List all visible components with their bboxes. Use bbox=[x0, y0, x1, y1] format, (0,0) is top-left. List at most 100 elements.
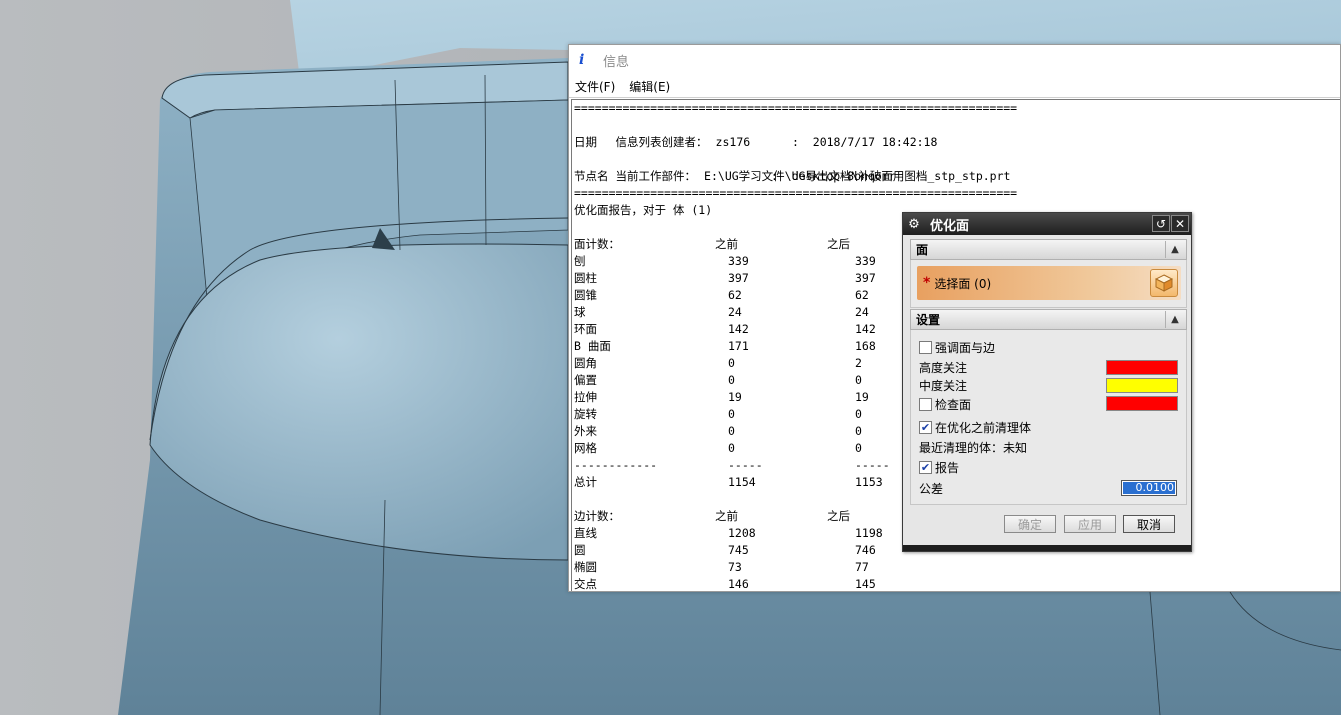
menu-edit[interactable]: 编辑(E) bbox=[629, 78, 670, 95]
before-header: 之前 bbox=[715, 237, 738, 251]
info-title: 信息 bbox=[603, 54, 630, 70]
face-count-before: 397 bbox=[728, 271, 749, 285]
part-line: 当前工作部件： E:\UG学习文件\UG导出文档\补破面用图档_stp_stp.p… bbox=[574, 151, 1011, 183]
face-count-name: 拉伸 bbox=[574, 390, 597, 404]
mid-attention-label: 中度关注 bbox=[919, 378, 968, 393]
tolerance-value: 0.0100 bbox=[1123, 482, 1175, 494]
face-count-name: 偏置 bbox=[574, 373, 597, 387]
select-face-button[interactable] bbox=[1150, 269, 1178, 297]
after-header: 之后 bbox=[827, 237, 850, 251]
info-menubar: 文件(F) 编辑(E) bbox=[569, 75, 1340, 98]
highlight-checkbox[interactable] bbox=[919, 340, 932, 354]
face-count-name: 圆角 bbox=[574, 356, 597, 370]
section-settings-body: 强调面与边 高度关注 中度关注 检查面 在优化之前清理体 最近清理的体：未知 报… bbox=[910, 330, 1187, 505]
edge-count-row: 椭圆 73 77 bbox=[574, 559, 974, 576]
face-count-name: B 曲面 bbox=[574, 339, 611, 353]
face-count-after: 24 bbox=[855, 305, 869, 319]
face-count-before: 19 bbox=[728, 390, 742, 404]
node-line: 节点名 : desktop-8bnqorr bbox=[574, 168, 1054, 185]
ok-button[interactable]: 确定 bbox=[1004, 515, 1056, 533]
chevron-up-icon[interactable]: ▲ bbox=[1165, 311, 1184, 328]
face-count-after: 142 bbox=[855, 322, 876, 336]
info-titlebar[interactable]: i 信息 bbox=[569, 45, 1340, 75]
face-count-before: 0 bbox=[728, 356, 735, 370]
tolerance-label: 公差 bbox=[919, 481, 944, 496]
mid-attention-color[interactable] bbox=[1106, 378, 1178, 393]
edge-count-before: 73 bbox=[728, 560, 742, 574]
cancel-button[interactable]: 取消 bbox=[1123, 515, 1175, 533]
edge-count-before: 146 bbox=[728, 577, 749, 591]
face-count-after: 19 bbox=[855, 390, 869, 404]
face-count-label: 面计数： bbox=[574, 237, 620, 251]
tolerance-input[interactable]: 0.0100 bbox=[1121, 480, 1177, 496]
high-attention-label: 高度关注 bbox=[919, 360, 968, 375]
apply-button[interactable]: 应用 bbox=[1064, 515, 1116, 533]
creator-line: 信息列表创建者： zs176 bbox=[574, 117, 751, 149]
section-face-header[interactable]: 面 ▲ bbox=[910, 239, 1187, 260]
face-count-before: 24 bbox=[728, 305, 742, 319]
divider-name: ------------ bbox=[574, 458, 658, 472]
edge-count-name: 圆 bbox=[574, 543, 586, 557]
info-icon: i bbox=[579, 52, 585, 68]
face-count-before: 0 bbox=[728, 441, 735, 455]
face-count-before: 0 bbox=[728, 373, 735, 387]
face-count-name: 圆柱 bbox=[574, 271, 597, 285]
edge-header-before: 之前 bbox=[715, 509, 738, 523]
section-face-body: * 选择面 (0) bbox=[910, 260, 1187, 308]
date-label: 日期 bbox=[574, 135, 597, 149]
section-face-label: 面 bbox=[916, 243, 929, 257]
high-attention-row: 高度关注 bbox=[919, 358, 967, 376]
last-clean-label: 最近清理的体：未知 bbox=[919, 440, 1028, 455]
edge-count-row: 交点 146 145 bbox=[574, 576, 974, 591]
select-face-row[interactable]: * 选择面 (0) bbox=[917, 266, 1181, 300]
report-label: 报告 bbox=[935, 460, 960, 475]
face-count-before: 0 bbox=[728, 424, 735, 438]
menu-file[interactable]: 文件(F) bbox=[575, 78, 615, 95]
divider-before: ----- bbox=[728, 458, 763, 472]
face-count-after: 397 bbox=[855, 271, 876, 285]
report-title: 优化面报告，对于 体 (1) bbox=[574, 203, 713, 217]
edge-count-name: 交点 bbox=[574, 577, 597, 591]
clean-row[interactable]: 在优化之前清理体 bbox=[919, 418, 1031, 436]
reset-icon[interactable]: ↺ bbox=[1152, 215, 1170, 232]
check-face-row[interactable]: 检查面 bbox=[919, 395, 971, 413]
face-count-name: 环面 bbox=[574, 322, 597, 336]
highlight-row[interactable]: 强调面与边 bbox=[919, 338, 995, 356]
section-settings-header[interactable]: 设置 ▲ bbox=[910, 309, 1187, 330]
separator-line-2: ========================================… bbox=[574, 186, 1018, 200]
face-total-after: 1153 bbox=[855, 475, 883, 489]
cube-icon bbox=[1155, 274, 1173, 292]
face-count-after: 0 bbox=[855, 424, 862, 438]
date-line: 日期 : 2018/7/17 18:42:18 bbox=[574, 134, 1054, 151]
node-label: 节点名 bbox=[574, 169, 609, 183]
face-count-name: 圆锥 bbox=[574, 288, 597, 302]
face-count-before: 339 bbox=[728, 254, 749, 268]
date-value: : 2018/7/17 18:42:18 bbox=[792, 135, 938, 149]
face-count-before: 171 bbox=[728, 339, 749, 353]
check-face-color[interactable] bbox=[1106, 396, 1178, 411]
node-value: : desktop-8bnqorr bbox=[771, 169, 896, 183]
face-count-before: 0 bbox=[728, 407, 735, 421]
report-checkbox[interactable] bbox=[919, 460, 932, 474]
dialog-titlebar[interactable]: ⚙ 优化面 ↺ ✕ bbox=[903, 213, 1191, 235]
check-face-checkbox[interactable] bbox=[919, 397, 932, 411]
face-count-name: 刨 bbox=[574, 254, 586, 268]
edge-count-before: 1208 bbox=[728, 526, 756, 540]
face-count-after: 339 bbox=[855, 254, 876, 268]
report-row[interactable]: 报告 bbox=[919, 458, 959, 476]
close-icon[interactable]: ✕ bbox=[1171, 215, 1189, 232]
face-count-name: 旋转 bbox=[574, 407, 597, 421]
highlight-label: 强调面与边 bbox=[935, 340, 996, 355]
gear-icon[interactable]: ⚙ bbox=[906, 216, 922, 232]
last-clean-row: 最近清理的体：未知 bbox=[919, 438, 1027, 456]
face-count-after: 2 bbox=[855, 356, 862, 370]
face-count-after: 0 bbox=[855, 373, 862, 387]
face-total-before: 1154 bbox=[728, 475, 756, 489]
mid-attention-row: 中度关注 bbox=[919, 376, 967, 394]
high-attention-color[interactable] bbox=[1106, 360, 1178, 375]
clean-checkbox[interactable] bbox=[919, 420, 932, 434]
edge-count-before: 745 bbox=[728, 543, 749, 557]
edge-count-after: 145 bbox=[855, 577, 876, 591]
chevron-up-icon[interactable]: ▲ bbox=[1165, 241, 1184, 258]
face-count-after: 62 bbox=[855, 288, 869, 302]
